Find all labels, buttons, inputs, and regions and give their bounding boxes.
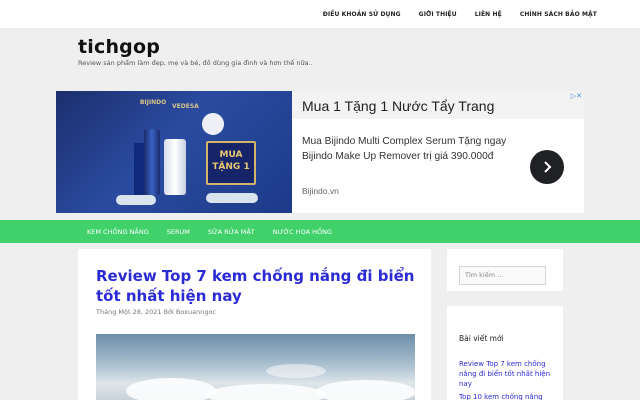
product-bottle-remover bbox=[164, 139, 186, 195]
image-cloud bbox=[126, 378, 216, 400]
top-bar: ĐIỀU KHOẢN SỬ DỤNG GIỚI THIỆU LIÊN HỆ CH… bbox=[0, 0, 640, 28]
decor-cloud bbox=[206, 193, 258, 203]
recent-posts-title: Bài viết mới bbox=[459, 334, 504, 343]
top-link-contact[interactable]: LIÊN HỆ bbox=[466, 11, 511, 18]
top-link-terms[interactable]: ĐIỀU KHOẢN SỬ DỤNG bbox=[314, 11, 410, 18]
recent-posts-list: Review Top 7 kem chống nắng đi biển tốt … bbox=[459, 359, 555, 400]
ad-image[interactable]: BIJINDO VEDESA MUA TẶNG 1 bbox=[56, 91, 292, 213]
gift-tag bbox=[199, 110, 227, 138]
search-widget: Tìm kiếm ... bbox=[447, 249, 563, 291]
nav-item-cleanser[interactable]: SỮA RỬA MẶT bbox=[199, 228, 264, 236]
recent-posts-widget: Bài viết mới Review Top 7 kem chống nắng… bbox=[447, 306, 563, 400]
ad-brand-left: BIJINDO bbox=[139, 99, 167, 106]
ad-banner[interactable]: BIJINDO VEDESA MUA TẶNG 1 Mua 1 Tặng 1 N… bbox=[56, 91, 584, 213]
chevron-right-icon[interactable] bbox=[530, 150, 564, 184]
top-links: ĐIỀU KHOẢN SỬ DỤNG GIỚI THIỆU LIÊN HỆ CH… bbox=[314, 0, 606, 28]
ad-headline[interactable]: Mua 1 Tặng 1 Nước Tẩy Trang bbox=[302, 98, 494, 114]
article-card: Review Top 7 kem chống nắng đi biển tốt … bbox=[78, 249, 431, 400]
post-meta: Tháng Một 28, 2021 Bởi Boxuanngoc bbox=[96, 308, 217, 316]
recent-post-link[interactable]: Review Top 7 kem chống nắng đi biển tốt … bbox=[459, 359, 555, 389]
image-cloud bbox=[266, 364, 326, 378]
adchoices-close-icon[interactable]: ▷✕ bbox=[571, 92, 582, 100]
nav-item-sunscreen[interactable]: KEM CHỐNG NẮNG bbox=[78, 228, 158, 236]
ad-brand-right: VEDESA bbox=[172, 103, 199, 110]
promo-scroll-text: MUA TẶNG 1 bbox=[212, 150, 250, 172]
product-bottle-serum bbox=[144, 129, 160, 195]
image-cloud bbox=[316, 380, 415, 400]
nav-items: KEM CHỐNG NẮNG SERUM SỮA RỬA MẶT NƯỚC HO… bbox=[78, 220, 341, 243]
ad-source[interactable]: Bijindo.vn bbox=[302, 186, 339, 196]
site-title[interactable]: tichgop bbox=[78, 36, 160, 58]
nav-item-serum[interactable]: SERUM bbox=[158, 228, 199, 236]
nav-item-toner[interactable]: NƯỚC HOA HỒNG bbox=[264, 228, 341, 236]
main-nav: KEM CHỐNG NẮNG SERUM SỮA RỬA MẶT NƯỚC HO… bbox=[0, 220, 640, 243]
post-title[interactable]: Review Top 7 kem chống nắng đi biển tốt … bbox=[96, 266, 421, 306]
decor-cloud bbox=[116, 195, 156, 205]
recent-post-link[interactable]: Top 10 kem chống nắng bbox=[459, 392, 555, 400]
search-input[interactable]: Tìm kiếm ... bbox=[459, 266, 546, 285]
top-link-privacy[interactable]: CHÍNH SÁCH BẢO MẬT bbox=[511, 11, 606, 18]
post-featured-image[interactable] bbox=[96, 334, 415, 400]
image-cloud bbox=[206, 384, 326, 400]
ad-body[interactable]: Mua Bijindo Multi Complex Serum Tặng nga… bbox=[302, 134, 514, 164]
site-description: Review sản phẩm làm đẹp, mẹ và bé, đồ dù… bbox=[78, 59, 313, 67]
top-link-about[interactable]: GIỚI THIỆU bbox=[410, 11, 466, 18]
